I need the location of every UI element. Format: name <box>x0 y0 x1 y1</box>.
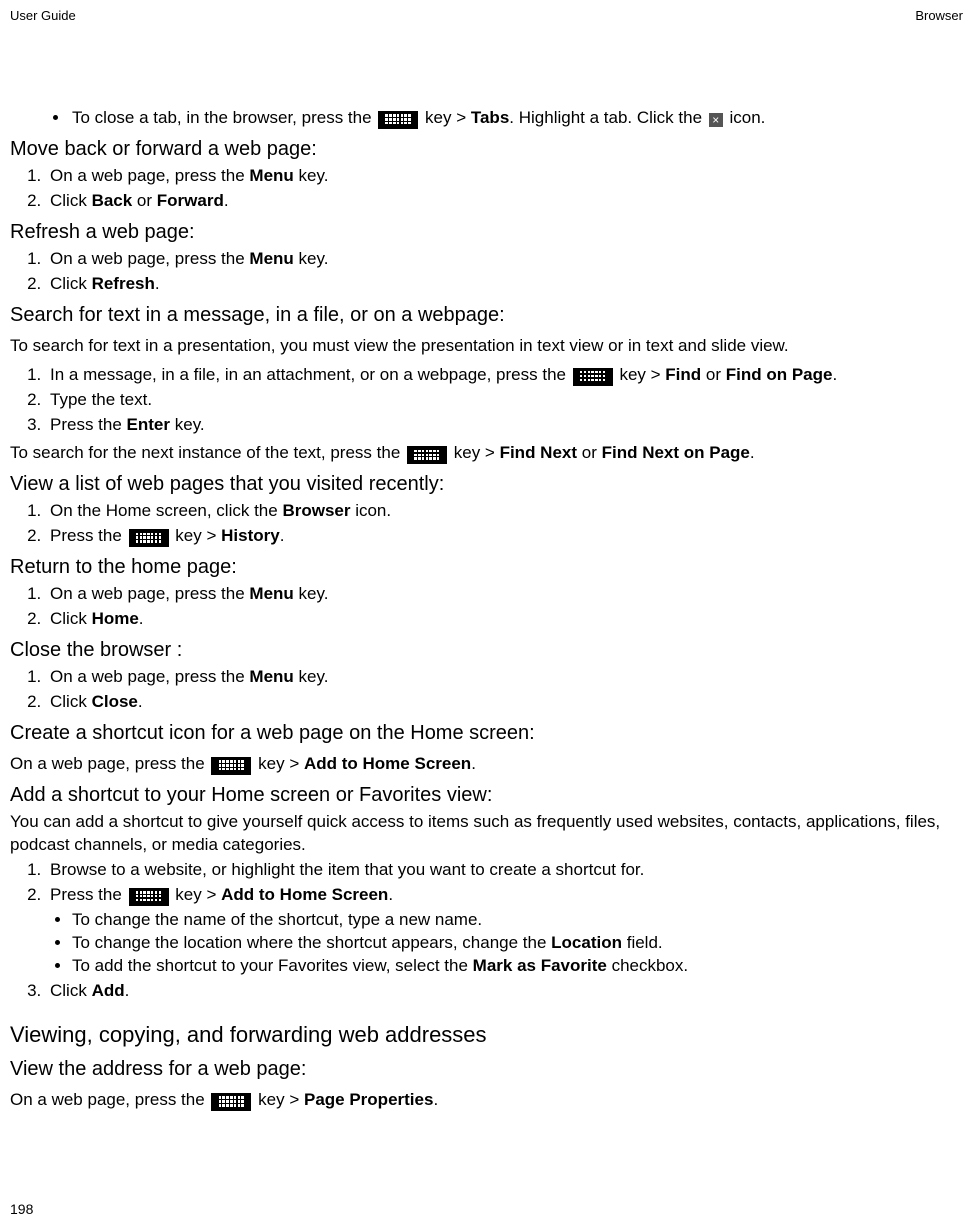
search-steps: In a message, in a file, in an attachmen… <box>10 364 963 437</box>
home-steps: On a web page, press the Menu key. Click… <box>10 583 963 631</box>
list-item: Click Add. <box>46 980 963 1003</box>
text: Tabs <box>471 108 509 127</box>
heading-shortcut-icon: Create a shortcut icon for a web page on… <box>10 720 963 747</box>
text: icon. <box>730 108 766 127</box>
heading-shortcut-fav: Add a shortcut to your Home screen or Fa… <box>10 782 963 809</box>
blackberry-key-icon <box>129 888 169 906</box>
heading-refresh: Refresh a web page: <box>10 219 963 246</box>
list-item: Click Close. <box>46 691 963 714</box>
text: To close a tab, in the browser, press th… <box>72 108 376 127</box>
heading-view-address: View the address for a web page: <box>10 1056 963 1083</box>
close-steps: On a web page, press the Menu key. Click… <box>10 666 963 714</box>
page-number: 198 <box>10 1201 33 1217</box>
content: To close a tab, in the browser, press th… <box>10 107 963 1112</box>
history-steps: On the Home screen, click the Browser ic… <box>10 500 963 548</box>
list-item: Click Refresh. <box>46 273 963 296</box>
list-item: On a web page, press the Menu key. <box>46 666 963 689</box>
blackberry-key-icon <box>211 1093 251 1111</box>
list-item: Press the key > Add to Home Screen. <box>46 884 963 907</box>
search-intro: To search for text in a presentation, yo… <box>10 335 963 358</box>
list-item: To change the name of the shortcut, type… <box>72 909 963 932</box>
shortcut-fav-steps-cont: Click Add. <box>10 980 963 1003</box>
list-item: On a web page, press the Menu key. <box>46 165 963 188</box>
text: . Highlight a tab. Click the <box>509 108 706 127</box>
list-item: Click Home. <box>46 608 963 631</box>
close-icon: × <box>709 113 723 127</box>
list-item: On a web page, press the Menu key. <box>46 248 963 271</box>
shortcut-fav-intro: You can add a shortcut to give yourself … <box>10 811 963 857</box>
list-item: Click Back or Forward. <box>46 190 963 213</box>
close-tab-bullet-list: To close a tab, in the browser, press th… <box>10 107 963 130</box>
list-item: Press the Enter key. <box>46 414 963 437</box>
page-header: User Guide Browser <box>10 8 963 23</box>
shortcut-fav-subbullets: To change the name of the shortcut, type… <box>10 909 963 978</box>
header-left: User Guide <box>10 8 76 23</box>
list-item: In a message, in a file, in an attachmen… <box>46 364 963 387</box>
blackberry-key-icon <box>378 111 418 129</box>
list-item: Press the key > History. <box>46 525 963 548</box>
heading-home: Return to the home page: <box>10 554 963 581</box>
text: key > <box>425 108 471 127</box>
list-item: To add the shortcut to your Favorites vi… <box>72 955 963 978</box>
close-tab-item: To close a tab, in the browser, press th… <box>70 107 963 130</box>
blackberry-key-icon <box>407 446 447 464</box>
list-item: On a web page, press the Menu key. <box>46 583 963 606</box>
move-steps: On a web page, press the Menu key. Click… <box>10 165 963 213</box>
list-item: Type the text. <box>46 389 963 412</box>
heading-search: Search for text in a message, in a file,… <box>10 302 963 329</box>
blackberry-key-icon <box>573 368 613 386</box>
list-item: On the Home screen, click the Browser ic… <box>46 500 963 523</box>
list-item: To change the location where the shortcu… <box>72 932 963 955</box>
heading-close: Close the browser : <box>10 637 963 664</box>
search-next: To search for the next instance of the t… <box>10 442 963 465</box>
header-right: Browser <box>915 8 963 23</box>
blackberry-key-icon <box>129 529 169 547</box>
refresh-steps: On a web page, press the Menu key. Click… <box>10 248 963 296</box>
heading-move: Move back or forward a web page: <box>10 136 963 163</box>
shortcut-icon-text: On a web page, press the key > Add to Ho… <box>10 753 963 776</box>
heading-viewing: Viewing, copying, and forwarding web add… <box>10 1020 963 1050</box>
heading-history: View a list of web pages that you visite… <box>10 471 963 498</box>
shortcut-fav-steps: Browse to a website, or highlight the it… <box>10 859 963 907</box>
blackberry-key-icon <box>211 757 251 775</box>
view-address-text: On a web page, press the key > Page Prop… <box>10 1089 963 1112</box>
list-item: Browse to a website, or highlight the it… <box>46 859 963 882</box>
